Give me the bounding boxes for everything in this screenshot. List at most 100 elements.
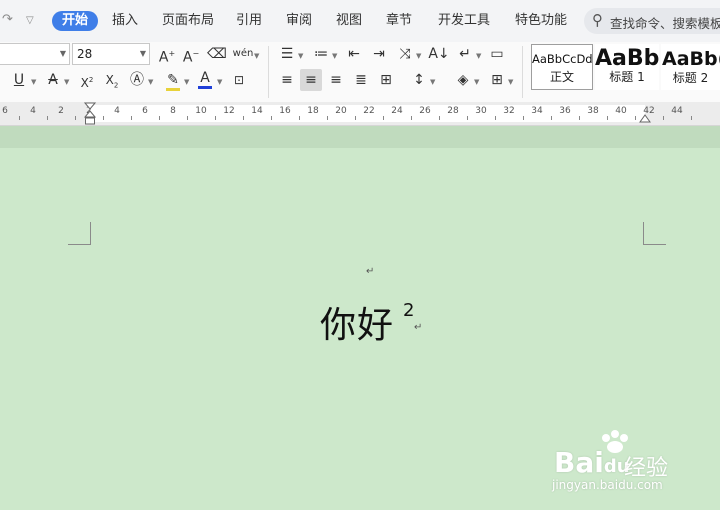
increase-indent-icon[interactable]: ⇥ [368,43,390,65]
ruler-tick [635,116,636,120]
superscript-icon[interactable]: X2 [76,69,98,91]
ruler-tick [75,116,76,120]
document-text[interactable]: 你好 [320,296,394,348]
document-superscript[interactable]: 2 [403,300,414,321]
font-name-select[interactable]: ▼ [0,43,70,65]
tab-review[interactable]: 审阅 [286,11,312,31]
ruler-tick [691,116,692,120]
text-effect-dropdown-icon[interactable]: ▼ [148,78,153,86]
numbered-list-icon[interactable]: ≔ [310,43,332,65]
underline-dropdown-icon[interactable]: ▼ [31,78,36,86]
ruler-label: 6 [142,106,148,116]
numbered-dropdown-icon[interactable]: ▼ [332,52,337,60]
shrink-font-icon[interactable]: A− [180,43,202,66]
font-effect-dropdown-icon[interactable]: ▼ [64,78,69,86]
font-color-bar [198,86,212,89]
style-heading-1[interactable]: AaBb 标题 1 [595,44,659,90]
highlight-dropdown-icon[interactable]: ▼ [184,78,189,86]
style-heading-2[interactable]: AaBb( 标题 2 [661,44,720,90]
tab-references[interactable]: 引用 [236,11,262,31]
text-effect-icon[interactable]: Ⓐ [126,69,148,91]
ruler-tick [327,116,328,120]
sort-icon[interactable]: A↓ [428,43,450,65]
highlight-color-bar [166,88,180,91]
watermark-logo: Baidu [554,446,630,479]
ruler-label: 22 [363,106,375,116]
margin-corner-top-left [68,222,91,245]
menu-bar: ↷ ▽ 开始 插入 页面布局 引用 审阅 视图 章节 开发工具 特色功能 ⚲ 查… [0,0,720,42]
shading-icon[interactable]: ◈ [452,69,474,91]
ruler-label: 44 [671,106,683,116]
pinyin-guide-button[interactable]: wén [232,43,254,65]
line-spacing-icon[interactable]: ↕ [408,69,430,91]
style-name: 标题 2 [672,71,709,85]
ruler-label: 12 [223,106,235,116]
clear-format-icon[interactable]: ⌫ [206,43,228,65]
tab-home[interactable]: 开始 [52,11,99,31]
indent-marker-icon[interactable] [84,102,96,126]
bullet-list-icon[interactable]: ☰ [276,43,298,65]
ruler-label: 2 [58,106,64,116]
borders-dropdown-icon[interactable]: ▼ [508,78,513,86]
page-gap [0,126,720,148]
tab-special-features[interactable]: 特色功能 [515,11,567,31]
ruler-label: 30 [475,106,487,116]
redo-icon[interactable]: ↷ [2,12,13,27]
bullet-dropdown-icon[interactable]: ▼ [298,52,303,60]
distributed-icon[interactable]: ⊞ [375,69,397,91]
ruler-tick [215,116,216,120]
margin-corner-top-right [643,222,666,245]
pinyin-dropdown-icon[interactable]: ▼ [254,52,259,60]
table-ruler-icon[interactable]: ▭ [486,43,508,65]
search-icon: ⚲ [592,11,603,29]
ruler-tick [663,116,664,120]
subscript-icon[interactable]: X2 [101,69,123,91]
ruler-tick [467,116,468,120]
tab-view[interactable]: 视图 [336,11,362,31]
quick-access-dropdown-icon[interactable]: ▽ [26,15,34,26]
font-size-select[interactable]: 28 ▼ [72,43,150,65]
ruler-label: 6 [2,106,8,116]
show-marks-icon[interactable]: ↵ [454,43,476,65]
horizontal-ruler[interactable]: 6 4 2 2 4 6 8 10 12 14 16 18 20 22 24 26 28 30 32 34 36 38 40 4… [0,102,720,126]
ruler-label: 32 [503,106,515,116]
underline-icon[interactable]: U [8,69,30,91]
character-border-icon[interactable]: ⊡ [228,69,250,91]
ruler-label: 24 [391,106,403,116]
ruler-label: 10 [195,106,207,116]
grow-font-icon[interactable]: A+ [156,43,178,66]
ruler-label: 34 [531,106,543,116]
command-search-input[interactable]: ⚲ 查找命令、搜索模板 [584,8,720,34]
show-marks-dropdown-icon[interactable]: ▼ [476,52,481,60]
tab-page-layout[interactable]: 页面布局 [162,11,214,31]
ruler-tick [551,116,552,120]
paragraph-mark: ↵ [414,322,423,333]
chinese-layout-dropdown-icon[interactable]: ▼ [416,52,421,60]
pinyin-guide-label: wén [232,48,254,59]
chinese-layout-icon[interactable]: ⤨ [394,43,416,65]
style-normal[interactable]: AaBbCcDd 正文 [531,44,593,90]
ruler-tick [243,116,244,120]
font-color-dropdown-icon[interactable]: ▼ [217,78,222,86]
ruler-label: 40 [615,106,627,116]
borders-icon[interactable]: ⊞ [486,69,508,91]
ruler-label: 20 [335,106,347,116]
align-right-icon[interactable]: ≡ [325,69,347,91]
ruler-tick [411,116,412,120]
ribbon-separator [268,46,269,98]
line-spacing-dropdown-icon[interactable]: ▼ [430,78,435,86]
tab-insert[interactable]: 插入 [112,11,138,31]
ruler-tick [383,116,384,120]
ruler-label: 26 [419,106,431,116]
right-indent-marker-icon[interactable] [639,113,651,125]
justify-icon[interactable]: ≣ [350,69,372,91]
shading-dropdown-icon[interactable]: ▼ [474,78,479,86]
tab-section[interactable]: 章节 [386,11,412,31]
chevron-down-icon: ▼ [59,49,66,58]
tab-developer[interactable]: 开发工具 [438,11,490,31]
decrease-indent-icon[interactable]: ⇤ [343,43,365,65]
align-center-icon[interactable]: ≡ [300,69,322,91]
align-left-icon[interactable]: ≡ [276,69,298,91]
ruler-tick [523,116,524,120]
font-effect-icon[interactable]: A [42,69,64,91]
